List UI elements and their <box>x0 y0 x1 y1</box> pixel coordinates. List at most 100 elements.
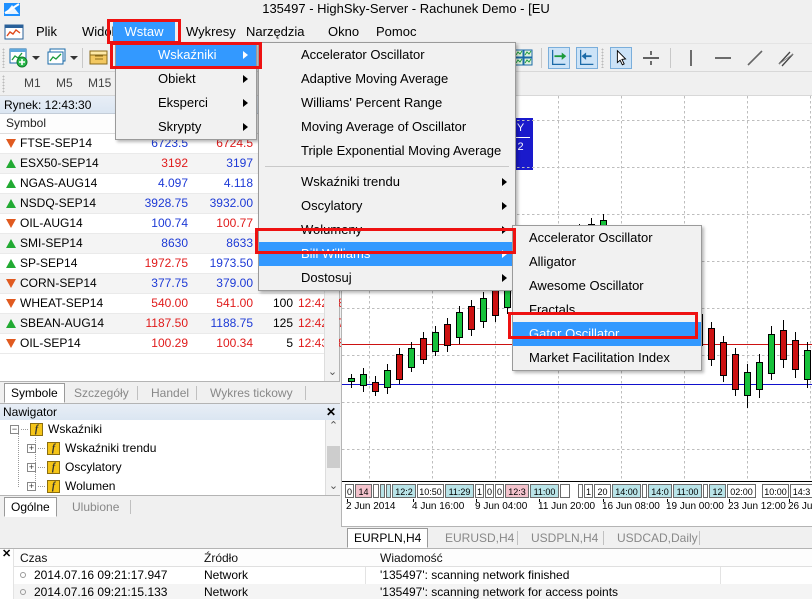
profiles-dropdown-icon[interactable] <box>70 56 78 60</box>
time-period-tag: 1 <box>475 484 484 498</box>
market-watch-row[interactable]: SBEAN-AUG14 1187.50 1188.75 125 12:42:27 <box>0 314 345 334</box>
terminal-close-icon[interactable]: ✕ <box>2 547 11 560</box>
tab-ogolne[interactable]: Ogólne <box>4 497 57 517</box>
menuitem-fractals[interactable]: Fractals <box>513 298 701 322</box>
menuitem-oscylatory[interactable]: Oscylatory <box>259 194 515 218</box>
symbol-name: ESX50-SEP14 <box>20 156 99 170</box>
candle-body-up <box>348 378 355 382</box>
menuitem-market-facilitation-index[interactable]: Market Facilitation Index <box>513 346 701 370</box>
tree-expander-icon[interactable]: − <box>10 425 19 434</box>
tree-expander-icon[interactable]: + <box>27 463 36 472</box>
navigator-tree-node[interactable]: + f Wolumen <box>0 477 325 496</box>
chart-tab-eurpln[interactable]: EURPLN,H4 <box>347 528 429 548</box>
candle-body-up <box>768 334 775 374</box>
tree-expander-icon[interactable]: + <box>27 444 36 453</box>
terminal-column-czas[interactable]: Czas <box>20 551 47 565</box>
menuitem-accelerator-oscillator[interactable]: Accelerator Oscillator <box>513 226 701 250</box>
bill-williams-submenu-popup[interactable]: Accelerator Oscillator Alligator Awesome O… <box>512 225 702 371</box>
vertical-line-icon[interactable] <box>680 47 702 69</box>
menuitem-wskazniki-label: Wskaźniki <box>158 47 217 62</box>
menuitem-dostosuj[interactable]: Dostosuj <box>259 266 515 290</box>
chart-tab-usdcad[interactable]: USDCAD,Daily <box>611 529 704 547</box>
scroll-down-icon-2[interactable]: ⌄ <box>326 480 341 495</box>
candle-body-down <box>420 338 427 360</box>
new-chart-icon[interactable] <box>8 47 30 69</box>
tile-windows-icon[interactable] <box>513 47 535 69</box>
menuitem-wskazniki[interactable]: Wskaźniki <box>116 43 256 67</box>
menuitem-eksperci[interactable]: Eksperci <box>116 91 256 115</box>
menuitem-obiekt[interactable]: Obiekt <box>116 67 256 91</box>
menu-wykresy[interactable]: Wykresy <box>178 22 244 42</box>
tab-szczegoly[interactable]: Szczegóły <box>68 384 135 402</box>
chart-tab-usdpln[interactable]: USDPLN,H4 <box>525 529 604 547</box>
candle-body-up <box>432 332 439 352</box>
menuitem-label: Wolumeny <box>301 222 363 237</box>
column-symbol[interactable]: Symbol <box>6 116 46 130</box>
menuitem-skrypty[interactable]: Skrypty <box>116 115 256 139</box>
indicators-submenu-popup[interactable]: Accelerator Oscillator Adaptive Moving Av… <box>258 42 516 291</box>
menu-wstaw[interactable]: Wstaw <box>113 22 175 42</box>
chart-tab-eurusd[interactable]: EURUSD,H4 <box>439 529 520 547</box>
menu-separator <box>265 166 509 167</box>
navigator-scrollbar-thumb[interactable] <box>327 446 340 468</box>
profiles-icon[interactable] <box>46 47 68 69</box>
toolbar-grip[interactable] <box>2 48 5 68</box>
menu-narzedzia[interactable]: Narzędzia <box>238 22 313 42</box>
menuitem-triple-exponential-moving-average[interactable]: Triple Exponential Moving Average <box>259 139 515 163</box>
spread-value: 5 <box>286 336 293 350</box>
navigator-tree-node[interactable]: − f Wskaźniki <box>0 420 325 439</box>
terminal-log-row[interactable]: 2014.07.16 09:21:17.947 Network '135497': … <box>14 567 812 584</box>
terminal-log-row[interactable]: 2014.07.16 09:21:15.133 Network '135497': … <box>14 584 812 599</box>
period-m1[interactable]: M1 <box>24 76 41 90</box>
tab-handel[interactable]: Handel <box>145 384 195 402</box>
toolbar-grip-3[interactable] <box>601 48 604 68</box>
period-m15[interactable]: M15 <box>88 76 111 90</box>
insert-menu-popup[interactable]: Wskaźniki Obiekt Eksperci Skrypty <box>115 42 257 140</box>
chart-candlestick <box>744 96 751 481</box>
market-watch-row[interactable]: OIL-SEP14 100.29 100.34 5 12:43:18 <box>0 334 345 354</box>
tab-symbole[interactable]: Symbole <box>4 383 65 403</box>
tree-expander-icon[interactable]: + <box>27 482 36 491</box>
menuitem-gator-oscillator[interactable]: Gator Oscillator <box>513 322 701 346</box>
navigator-tree-node[interactable]: + f Oscylatory <box>0 458 325 477</box>
menuitem-awesome-oscillator[interactable]: Awesome Oscillator <box>513 274 701 298</box>
market-watch-icon[interactable] <box>88 47 110 69</box>
horizontal-line-icon[interactable] <box>712 47 734 69</box>
title-bar: 135497 - HighSky-Server - Rachunek Demo … <box>0 0 812 20</box>
menu-plik[interactable]: Plik <box>28 22 65 42</box>
terminal-column-wiadomosc[interactable]: Wiadomość <box>380 551 443 565</box>
tab-wykres-tickowy[interactable]: Wykres tickowy <box>204 384 299 402</box>
navigator-tree-node[interactable]: + f Wskaźniki trendu <box>0 439 325 458</box>
navigator-close-icon[interactable]: ✕ <box>326 404 336 420</box>
menuitem-accelerator-oscillator[interactable]: Accelerator Oscillator <box>259 43 515 67</box>
menu-okno[interactable]: Okno <box>320 22 367 42</box>
symbol-name: NGAS-AUG14 <box>20 176 98 190</box>
auto-scroll-icon[interactable] <box>576 47 598 69</box>
time-period-tag: 10:00 <box>762 484 789 498</box>
terminal-column-zrodlo[interactable]: Źródło <box>204 551 238 565</box>
cursor-icon[interactable] <box>610 47 632 69</box>
time-period-tag: 0 <box>495 484 504 498</box>
scroll-down-icon[interactable]: ⌄ <box>325 366 340 381</box>
chart-shift-icon[interactable] <box>548 47 570 69</box>
menuitem-wska-niki-trendu[interactable]: Wskaźniki trendu <box>259 170 515 194</box>
period-toolbar-grip[interactable] <box>2 75 5 93</box>
navigator-scrollbar[interactable]: ⌃ ⌄ <box>325 420 340 495</box>
trendline-icon[interactable] <box>744 47 766 69</box>
tab-ulubione[interactable]: Ulubione <box>66 498 125 516</box>
market-watch-row[interactable]: WHEAT-SEP14 540.00 541.00 100 12:42:08 <box>0 294 345 314</box>
new-chart-dropdown-icon[interactable] <box>32 56 40 60</box>
menuitem-williams-percent-range[interactable]: Williams' Percent Range <box>259 91 515 115</box>
crosshair-icon[interactable] <box>640 47 662 69</box>
price-direction-up-icon <box>6 239 16 248</box>
menu-pomoc[interactable]: Pomoc <box>368 22 424 42</box>
menuitem-wolumeny[interactable]: Wolumeny <box>259 218 515 242</box>
scroll-up-icon[interactable]: ⌃ <box>326 420 341 435</box>
chart-candlestick <box>720 96 727 481</box>
menuitem-alligator[interactable]: Alligator <box>513 250 701 274</box>
menuitem-adaptive-moving-average[interactable]: Adaptive Moving Average <box>259 67 515 91</box>
period-m5[interactable]: M5 <box>56 76 73 90</box>
menuitem-moving-average-of-oscillator[interactable]: Moving Average of Oscillator <box>259 115 515 139</box>
menuitem-bill-williams[interactable]: Bill Williams <box>259 242 515 266</box>
channel-icon[interactable] <box>776 47 798 69</box>
